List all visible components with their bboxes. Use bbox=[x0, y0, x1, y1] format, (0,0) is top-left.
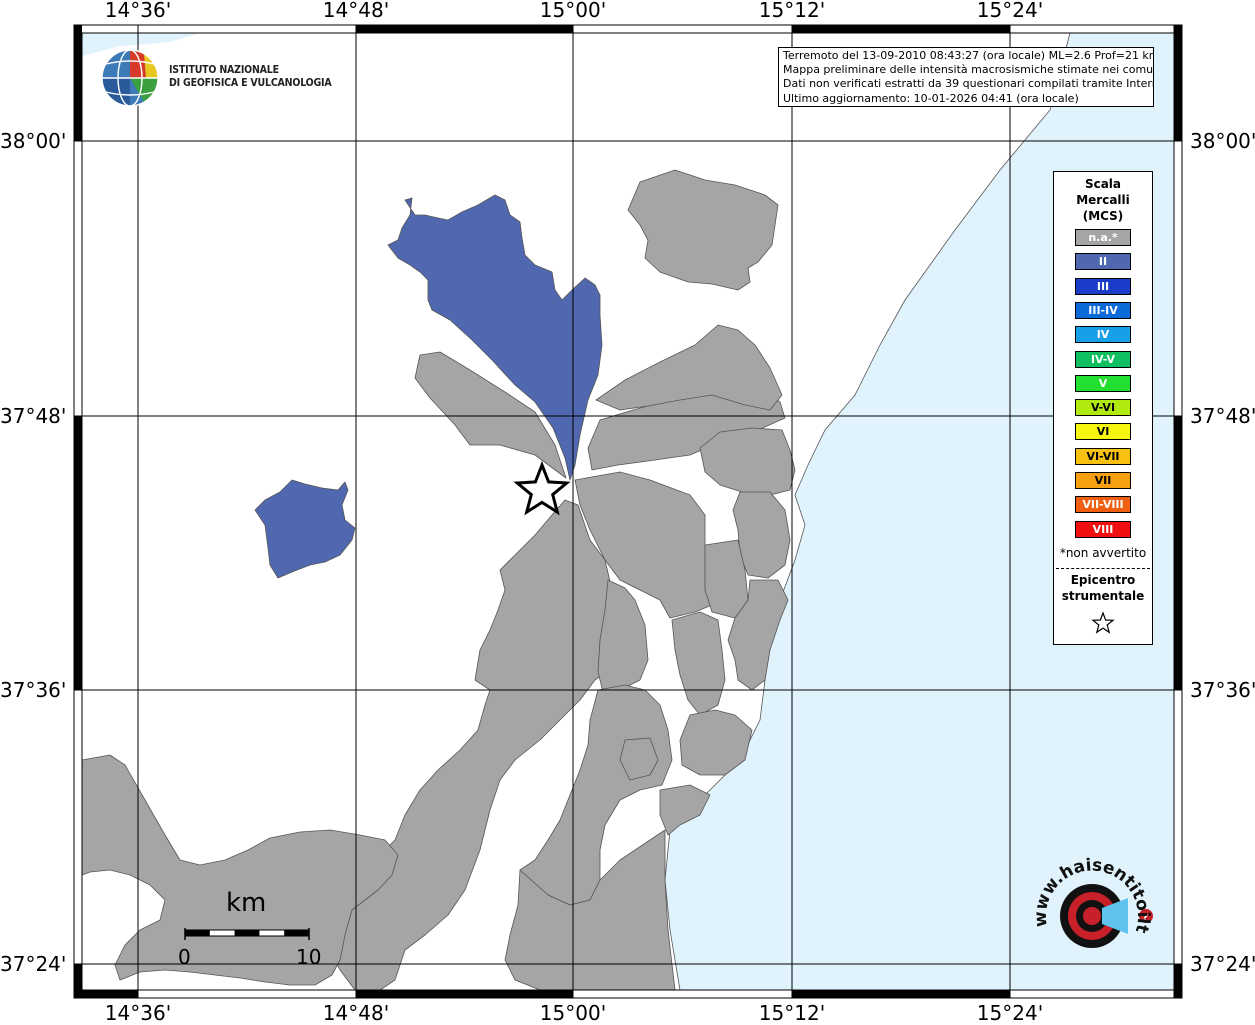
legend-title: Scala Mercalli (MCS) bbox=[1054, 176, 1152, 224]
legend-swatch: III bbox=[1075, 277, 1131, 295]
map-page: ? www.haisentitoilterremoto.it 14°36'14°… bbox=[0, 0, 1255, 1024]
bottom-tick-label: 15°12' bbox=[758, 1001, 826, 1025]
top-tick-label: 14°48' bbox=[322, 0, 390, 22]
left-tick-label: 38°00' bbox=[0, 129, 67, 153]
legend-swatch: VI-VII bbox=[1075, 447, 1131, 465]
legend-separator bbox=[1056, 568, 1150, 569]
top-tick-label: 15°00' bbox=[539, 0, 607, 22]
left-tick-label: 37°36' bbox=[0, 678, 67, 702]
earthquake-info-box: Terremoto del 13-09-2010 08:43:27 (ora l… bbox=[778, 47, 1154, 107]
legend-title-line2: Mercalli bbox=[1076, 193, 1130, 207]
legend-epicentre-line2: strumentale bbox=[1061, 589, 1145, 603]
bottom-tick-label: 15°24' bbox=[976, 1001, 1044, 1025]
ingv-logo-text: ISTITUTO NAZIONALE DI GEOFISICA E VULCAN… bbox=[169, 64, 332, 90]
info-line-4: Ultimo aggiornamento: 10-01-2026 04:41 (… bbox=[783, 91, 1079, 105]
legend-swatch: IV-V bbox=[1075, 350, 1131, 368]
left-tick-label: 37°24' bbox=[0, 952, 67, 976]
ingv-logo-line2: DI GEOFISICA E VULCANOLOGIA bbox=[169, 77, 332, 89]
bottom-tick-label: 14°36' bbox=[104, 1001, 172, 1025]
intensity-legend: Scala Mercalli (MCS) n.a.* II III III-IV IV I… bbox=[1053, 171, 1153, 645]
legend-star-icon bbox=[1091, 611, 1115, 634]
legend-note: *non avvertito bbox=[1059, 546, 1147, 560]
legend-swatch: II bbox=[1075, 253, 1131, 271]
info-line-2: Mappa preliminare delle intensità macros… bbox=[783, 63, 1154, 77]
info-line-1: Terremoto del 13-09-2010 08:43:27 (ora l… bbox=[783, 49, 1154, 62]
legend-swatch: VIII bbox=[1075, 520, 1131, 538]
legend-swatch: V-VI bbox=[1075, 399, 1131, 417]
scale-unit-label: km bbox=[226, 888, 267, 918]
scale-max-label: 10 bbox=[296, 945, 322, 969]
legend-swatch: VI bbox=[1075, 423, 1131, 441]
legend-swatch: IV bbox=[1075, 326, 1131, 344]
ingv-logo-line1: ISTITUTO NAZIONALE bbox=[169, 64, 279, 76]
legend-swatch: V bbox=[1075, 374, 1131, 392]
legend-title-line3: (MCS) bbox=[1082, 209, 1124, 223]
legend-swatch: III-IV bbox=[1075, 301, 1131, 319]
legend-epicentre-line1: Epicentro bbox=[1070, 573, 1136, 587]
top-tick-label: 15°12' bbox=[758, 0, 826, 22]
right-tick-label: 38°00' bbox=[1190, 129, 1255, 153]
right-tick-label: 37°24' bbox=[1190, 952, 1255, 976]
scale-min-label: 0 bbox=[178, 945, 191, 969]
right-tick-label: 37°36' bbox=[1190, 678, 1255, 702]
legend-title-line1: Scala bbox=[1084, 177, 1122, 191]
legend-swatch: VII bbox=[1075, 472, 1131, 489]
legend-swatch: VII-VIII bbox=[1075, 496, 1131, 514]
right-tick-label: 37°48' bbox=[1190, 404, 1255, 428]
ingv-logo-icon bbox=[101, 49, 159, 107]
legend-epicentre-label: Epicentro strumentale bbox=[1054, 572, 1152, 604]
top-tick-label: 14°36' bbox=[104, 0, 172, 22]
legend-swatch: n.a.* bbox=[1075, 229, 1131, 246]
bottom-tick-label: 14°48' bbox=[322, 1001, 390, 1025]
bottom-tick-label: 15°00' bbox=[539, 1001, 607, 1025]
info-line-3: Dati non verificati estratti da 39 quest… bbox=[783, 77, 1154, 91]
left-tick-label: 37°48' bbox=[0, 404, 67, 428]
top-tick-label: 15°24' bbox=[976, 0, 1044, 22]
